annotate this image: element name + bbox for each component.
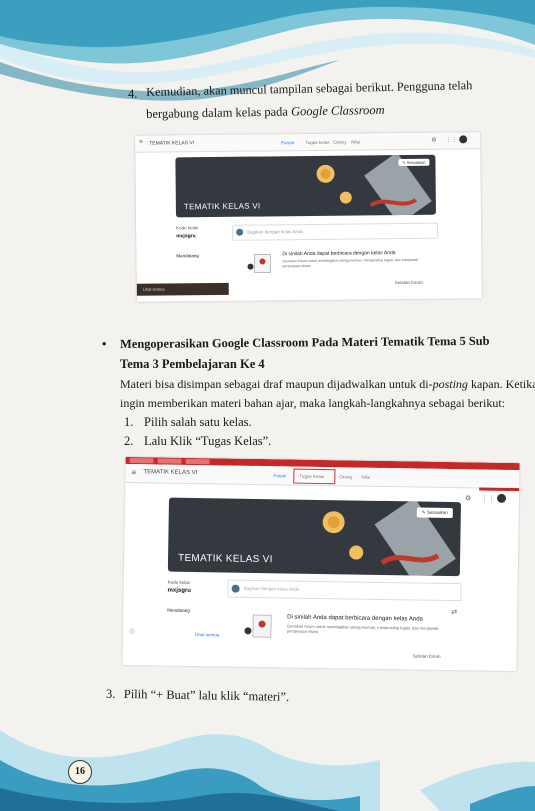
item-1-text: Pilih salah satu kelas.: [144, 415, 252, 429]
customize-label: Sesuaikan: [406, 159, 426, 165]
classroom-screenshot-2: ≡ TEMATIK KELAS VI Forum Tugas Kelas Ora…: [122, 456, 520, 672]
section-heading-1: Mengoperasikan Google Classroom Pada Mat…: [120, 333, 490, 351]
tab-people[interactable]: Orang: [333, 140, 346, 145]
para1-c: kapan. Ketika: [467, 377, 535, 391]
view-all-link-2[interactable]: Lihat semua: [195, 632, 220, 637]
class-code-value-2: mxjsgru: [167, 587, 191, 594]
settings-icon[interactable]: ⚙: [465, 494, 471, 502]
class-name-2: TEMATIK KELAS VI: [143, 469, 198, 477]
customize-button[interactable]: ✎ Sesuaikan: [398, 158, 430, 167]
left-circle-icon: ◎: [128, 627, 136, 636]
stream-settings-link-2[interactable]: Setelan forum: [413, 653, 441, 658]
empty-title-2: Di sinilah Anda dapat berbicara dengan k…: [287, 614, 423, 623]
item-2-number: 2.: [124, 434, 134, 448]
snackbar: Lihat semua: [136, 282, 229, 296]
wave-decoration-bottom: [0, 730, 535, 811]
step4-line2-italic: Google Classroom: [290, 102, 385, 119]
user-avatar-icon: [231, 584, 240, 593]
empty-desc-2: Gunakan forum untuk membagikan pengumuma…: [286, 623, 439, 634]
class-name: TEMATIK KELAS VI: [149, 140, 195, 147]
para1-b: posting: [432, 377, 468, 391]
empty-desc: Gunakan forum untuk membagikan pengumuma…: [282, 257, 419, 269]
view-all-link[interactable]: Lihat semua: [143, 287, 165, 292]
user-avatar-icon: [236, 228, 244, 236]
swap-icon[interactable]: ⇄: [451, 608, 457, 616]
browser-tab-2[interactable]: [157, 458, 182, 464]
section-para-2: ingin memberikan materi bahan ajar, maka…: [120, 396, 506, 410]
customize-button-2[interactable]: ✎ Sesuaikan: [416, 507, 453, 519]
red-accent-bar: [479, 487, 520, 492]
banner-title: TEMATIK KELAS VI: [183, 201, 261, 212]
step4-line2-text: bergabung dalam kelas pada: [146, 104, 292, 121]
tab-grades[interactable]: Nilai: [351, 139, 360, 144]
upcoming-label: Mendatang: [176, 253, 199, 259]
step4-number: 4.: [128, 87, 138, 101]
share-prompt-box[interactable]: Bagikan dengan kelas Anda: [232, 222, 439, 241]
page-number: 16: [68, 760, 92, 784]
section-heading-2: Tema 3 Pembelajaran Ke 4: [120, 357, 265, 371]
step4-line2: bergabung dalam kelas pada Google Classr…: [146, 100, 385, 124]
empty-stream-illustration: [247, 254, 271, 273]
browser-tab-3[interactable]: [185, 458, 210, 465]
menu-icon: ≡: [139, 139, 143, 146]
upcoming-label-2: Mendatang: [167, 607, 190, 613]
share-prompt-box-2[interactable]: Bagikan dengan kelas Anda: [227, 579, 462, 602]
browser-tab-1[interactable]: [129, 457, 154, 464]
para1-a: Materi bisa disimpan sebagai draf maupun…: [120, 377, 433, 391]
item-1-number: 1.: [124, 415, 134, 429]
share-prompt: Bagikan dengan kelas Anda: [247, 229, 303, 235]
avatar[interactable]: [459, 135, 468, 144]
banner-title-2: TEMATIK KELAS VI: [177, 552, 273, 566]
class-banner: ✎ Sesuaikan TEMATIK KELAS VI: [175, 154, 436, 218]
class-banner-2: ✎ Sesuaikan TEMATIK KELAS VI: [167, 497, 461, 577]
avatar[interactable]: [496, 493, 507, 503]
stream-settings-link[interactable]: Setelan forum: [395, 280, 423, 285]
empty-title: Di sinilah Anda dapat berbicara dengan k…: [282, 250, 396, 258]
tab-people-2[interactable]: Orang: [339, 474, 352, 479]
book-page: 4. Kemudian, akan muncul tampilan sebaga…: [0, 0, 535, 811]
settings-icon[interactable]: ⚙: [431, 137, 436, 144]
classroom-topbar: ≡ TEMATIK KELAS VI Forum Tugas kelas Ora…: [135, 132, 481, 153]
tab-forum-2[interactable]: Forum: [273, 473, 286, 478]
tab-classwork-2[interactable]: Tugas Kelas: [299, 474, 324, 479]
item-2-text: Lalu Klik “Tugas Kelas”.: [144, 434, 272, 448]
tab-classwork[interactable]: Tugas kelas: [305, 140, 329, 145]
section-para-1: Materi bisa disimpan sebagai draf maupun…: [120, 374, 535, 394]
share-prompt-2: Bagikan dengan kelas Anda: [243, 585, 300, 592]
menu-icon[interactable]: ≡: [131, 468, 136, 477]
apps-icon[interactable]: ⋮⋮: [481, 495, 495, 503]
class-code-label-2: Kode kelas: [167, 579, 190, 585]
empty-stream-illustration-2: [244, 614, 272, 638]
tab-forum[interactable]: Forum: [281, 140, 294, 145]
class-code-label: Kode kelas: [176, 225, 199, 231]
tab-grades-2[interactable]: Nilai: [361, 475, 370, 480]
section-bullet: •: [102, 337, 107, 351]
customize-label-2: Sesuaikan: [426, 509, 448, 515]
classroom-screenshot-1: ≡ TEMATIK KELAS VI Forum Tugas kelas Ora…: [135, 132, 482, 302]
class-code-value: mxjsgru: [176, 233, 196, 240]
apps-icon[interactable]: ⋮⋮: [445, 136, 457, 143]
